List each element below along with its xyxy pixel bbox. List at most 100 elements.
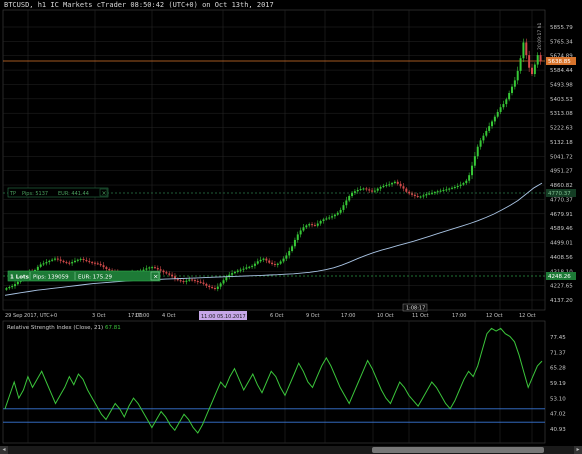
time-tick-label: 10 Oct	[377, 313, 394, 319]
price-tick-label: 5403.53	[550, 97, 573, 103]
crosshair-time-tag: 11:00 05.10.2017	[199, 311, 247, 320]
price-tick-label: 5493.98	[550, 82, 573, 88]
candle-body	[102, 265, 105, 268]
candle-body	[248, 266, 251, 268]
candle-body	[242, 268, 245, 270]
candle-body	[302, 227, 305, 231]
candle-body	[285, 255, 288, 259]
candle-body	[345, 200, 348, 206]
candle-body	[71, 262, 74, 264]
candle-body	[256, 261, 259, 264]
candle-body	[8, 287, 11, 289]
price-tick-label: 5584.44	[550, 68, 573, 74]
price-chart[interactable]: TP Pips: 5137 EUR: 441.44 × 1 Lots Pips:…	[0, 0, 582, 446]
time-tick-label: 9 Oct	[306, 313, 319, 319]
candle-body	[371, 190, 374, 192]
candle-body	[482, 135, 485, 141]
candle-body	[382, 185, 385, 188]
candle-body	[362, 188, 365, 190]
candle-body	[82, 258, 85, 261]
candle-body	[485, 130, 488, 136]
candle-body	[422, 195, 425, 197]
candle-body	[253, 263, 256, 266]
candle-body	[448, 188, 451, 190]
candle-body	[502, 104, 505, 108]
price-tick-label: 5041.72	[550, 154, 573, 160]
candle-body	[325, 218, 328, 220]
scroll-right-button[interactable]: ▸	[574, 446, 582, 454]
candle-body	[319, 220, 322, 224]
rsi-tick-label: 40.93	[550, 427, 566, 433]
candle-body	[519, 58, 522, 71]
candle-body	[13, 284, 16, 287]
candle-body	[431, 192, 434, 194]
candle-body	[342, 205, 345, 210]
candle-body	[328, 217, 331, 219]
candle-body	[511, 86, 514, 94]
candle-body	[465, 180, 468, 184]
candle-body	[508, 93, 511, 100]
candle-body	[402, 186, 405, 189]
candle-body	[539, 55, 542, 62]
candle-body	[16, 281, 19, 285]
candle-body	[416, 196, 419, 198]
price-tick-label: 4860.82	[550, 183, 573, 189]
scroll-left-button[interactable]: ◂	[0, 446, 8, 454]
candle-body	[208, 285, 211, 288]
time-tick-label: 17:00	[341, 313, 355, 319]
candle-body	[179, 280, 182, 282]
candle-body	[308, 224, 311, 226]
candle-body	[351, 192, 354, 197]
position-pips: Pips: 139059	[33, 275, 69, 281]
candle-body	[428, 193, 431, 195]
candle-body	[391, 183, 394, 185]
candle-body	[476, 146, 479, 157]
candle-body	[313, 224, 316, 226]
rsi-tick-label: 71.37	[550, 350, 566, 356]
candle-body	[411, 193, 414, 195]
candle-body	[279, 261, 282, 264]
time-tick-label: 3 Oct	[92, 313, 105, 319]
candle-body	[291, 246, 294, 252]
candle-body	[396, 181, 399, 184]
candle-body	[159, 269, 162, 271]
candle-body	[65, 262, 68, 264]
rsi-tick-label: 65.28	[550, 366, 566, 372]
candle-body	[359, 189, 362, 191]
rsi-axis[interactable]: 77.45 71.37 65.28 59.19 53.10 47.02 40.93	[550, 335, 566, 433]
candle-body	[73, 260, 76, 263]
candle-body	[236, 270, 239, 272]
price-tick-label: 4770.37	[550, 197, 573, 203]
candle-body	[151, 267, 154, 269]
candle-body	[296, 234, 299, 240]
candle-body	[162, 270, 165, 273]
main-panel[interactable]	[2, 9, 546, 311]
candle-body	[48, 260, 51, 263]
candle-body	[453, 187, 456, 189]
candle-body	[85, 260, 88, 262]
price-tick-label: 5313.08	[550, 111, 573, 117]
scrollbar-thumb[interactable]	[372, 447, 544, 453]
candle-body	[531, 67, 534, 75]
rsi-tick-label: 77.45	[550, 335, 566, 341]
candle-body	[108, 269, 111, 271]
candle-body	[262, 258, 265, 260]
candle-body	[196, 281, 199, 283]
candle-body	[468, 175, 471, 181]
position-bar[interactable]: 1 Lots Pips: 139059 EUR: 175.29 ×	[7, 270, 161, 282]
time-tick-label: 12 Oct	[486, 313, 503, 319]
price-axis[interactable]: 5855.795765.345674.895584.445493.985403.…	[550, 25, 573, 304]
current-price-tag: 5638.85	[546, 57, 576, 65]
candle-body	[528, 55, 531, 68]
candle-body	[193, 280, 196, 282]
time-axis[interactable]: 29 Sep 2017, UTC+0 17:00 3 Oct 17:00 4 Oct 6 …	[5, 313, 536, 319]
candle-body	[293, 239, 296, 247]
position-close-icon: ×	[153, 273, 158, 281]
candle-body	[231, 273, 234, 275]
target-bar[interactable]: TP Pips: 5137 EUR: 441.44 ×	[7, 187, 109, 198]
candle-body	[185, 280, 188, 282]
candle-body	[456, 185, 459, 188]
candle-body	[353, 191, 356, 193]
time-tick-label: 11 Oct	[412, 313, 429, 319]
time-tick-label: 12 Oct	[519, 313, 536, 319]
